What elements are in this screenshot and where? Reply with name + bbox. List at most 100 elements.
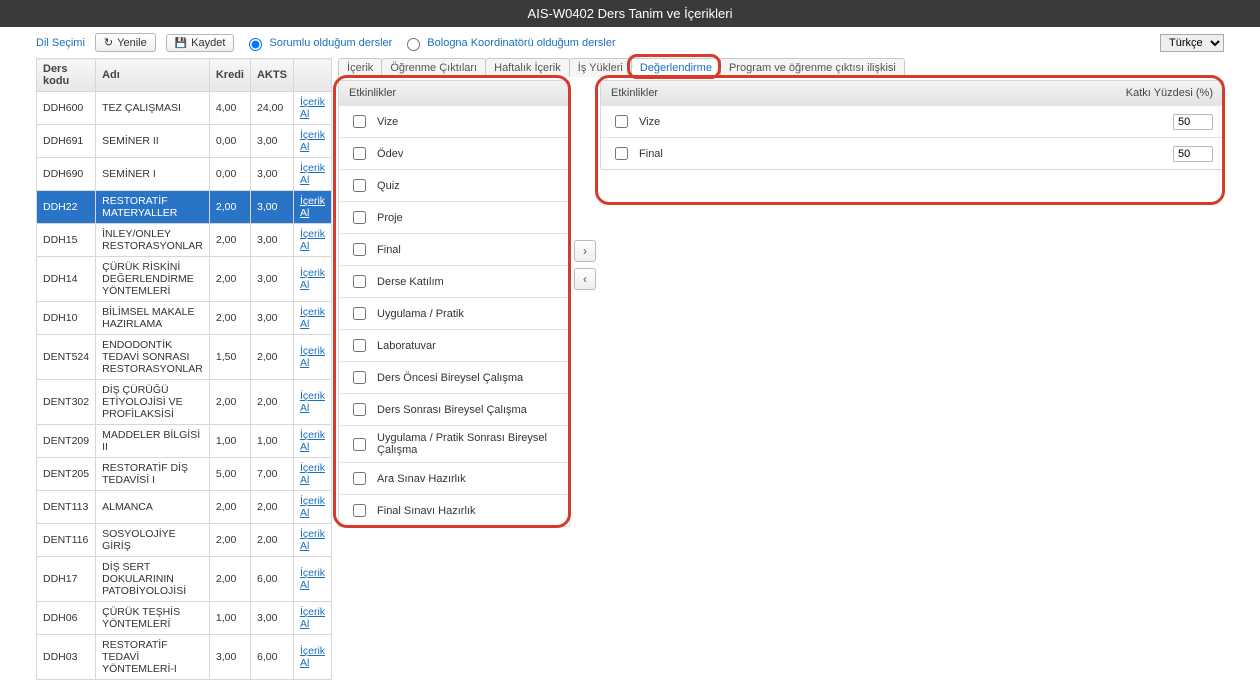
- icerik-al-link[interactable]: İçerik Al: [300, 96, 325, 120]
- radio-bologna[interactable]: Bologna Koordinatörü olduğum dersler: [402, 35, 615, 51]
- tab-4[interactable]: Değerlendirme: [631, 58, 721, 77]
- activity-label: Final: [639, 148, 663, 160]
- cell-kredi: 2,00: [209, 224, 250, 257]
- col-ders-kodu[interactable]: Ders kodu: [37, 59, 96, 92]
- icerik-al-link[interactable]: İçerik Al: [300, 606, 325, 630]
- table-row[interactable]: DDH03RESTORATİF TEDAVİ YÖNTEMLERİ-I3,006…: [37, 635, 332, 680]
- cell-kredi: 1,00: [209, 602, 250, 635]
- activity-source-row[interactable]: Laboratuvar: [339, 329, 569, 361]
- table-row[interactable]: DDH690SEMİNER I0,003,00İçerik Al: [37, 158, 332, 191]
- activity-source-row[interactable]: Ders Öncesi Bireysel Çalışma: [339, 361, 569, 393]
- cell-akts: 3,00: [250, 125, 293, 158]
- col-link: [293, 59, 331, 92]
- table-row[interactable]: DENT524ENDODONTİK TEDAVİ SONRASI RESTORA…: [37, 335, 332, 380]
- activity-source-row[interactable]: Final: [339, 233, 569, 265]
- activity-checkbox[interactable]: [615, 115, 628, 128]
- activity-checkbox[interactable]: [353, 371, 366, 384]
- activity-source-row[interactable]: Uygulama / Pratik: [339, 297, 569, 329]
- col-kredi[interactable]: Kredi: [209, 59, 250, 92]
- cell-ad: DİŞ SERT DOKULARININ PATOBİYOLOJİSİ: [96, 557, 210, 602]
- icerik-al-link[interactable]: İçerik Al: [300, 462, 325, 486]
- radio-sorumlu[interactable]: Sorumlu olduğum dersler: [244, 35, 392, 51]
- activity-checkbox[interactable]: [353, 147, 366, 160]
- cell-kod: DENT302: [37, 380, 96, 425]
- table-row[interactable]: DDH15İNLEY/ONLEY RESTORASYONLAR2,003,00İ…: [37, 224, 332, 257]
- icerik-al-link[interactable]: İçerik Al: [300, 129, 325, 153]
- col-adi[interactable]: Adı: [96, 59, 210, 92]
- icerik-al-link[interactable]: İçerik Al: [300, 195, 325, 219]
- table-row[interactable]: DDH06ÇÜRÜK TEŞHİS YÖNTEMLERİ1,003,00İçer…: [37, 602, 332, 635]
- activity-source-row[interactable]: Ders Sonrası Bireysel Çalışma: [339, 393, 569, 425]
- activity-source-row[interactable]: Derse Katılım: [339, 265, 569, 297]
- activity-checkbox[interactable]: [353, 472, 366, 485]
- table-row[interactable]: DENT205RESTORATİF DİŞ TEDAVİSİ I5,007,00…: [37, 458, 332, 491]
- activity-checkbox[interactable]: [615, 147, 628, 160]
- activity-source-row[interactable]: Ödev: [339, 137, 569, 169]
- activity-source-row[interactable]: Quiz: [339, 169, 569, 201]
- activity-source-row[interactable]: Ara Sınav Hazırlık: [339, 462, 569, 494]
- icerik-al-link[interactable]: İçerik Al: [300, 645, 325, 669]
- cell-kod: DENT113: [37, 491, 96, 524]
- move-left-button[interactable]: ‹: [574, 268, 596, 290]
- table-row[interactable]: DENT302DİŞ ÇÜRÜĞÜ ETİYOLOJİSİ VE PROFİLA…: [37, 380, 332, 425]
- tab-strip: İçerikÖğrenme ÇıktılarıHaftalık İçerikİş…: [338, 58, 1224, 77]
- cell-kredi: 2,00: [209, 524, 250, 557]
- icerik-al-link[interactable]: İçerik Al: [300, 345, 325, 369]
- tab-5[interactable]: Program ve öğrenme çıktısı ilişkisi: [720, 58, 905, 77]
- cell-akts: 6,00: [250, 557, 293, 602]
- table-row[interactable]: DDH600TEZ ÇALIŞMASI4,0024,00İçerik Al: [37, 92, 332, 125]
- icerik-al-link[interactable]: İçerik Al: [300, 228, 325, 252]
- icerik-al-link[interactable]: İçerik Al: [300, 495, 325, 519]
- cell-ad: ÇÜRÜK RİSKİNİ DEĞERLENDİRME YÖNTEMLERİ: [96, 257, 210, 302]
- table-row[interactable]: DDH22RESTORATİF MATERYALLER2,003,00İçeri…: [37, 191, 332, 224]
- kaydet-button[interactable]: Kaydet: [166, 34, 235, 52]
- activity-checkbox[interactable]: [353, 504, 366, 517]
- language-select[interactable]: Türkçe: [1160, 34, 1224, 52]
- icerik-al-link[interactable]: İçerik Al: [300, 390, 325, 414]
- right-panel-header-left: Etkinlikler: [611, 87, 658, 99]
- cell-ad: RESTORATİF TEDAVİ YÖNTEMLERİ-I: [96, 635, 210, 680]
- activity-source-row[interactable]: Final Sınavı Hazırlık: [339, 494, 569, 526]
- tab-3[interactable]: İş Yükleri: [569, 58, 632, 77]
- activity-target-row[interactable]: Final: [601, 137, 1223, 169]
- table-row[interactable]: DENT116SOSYOLOJİYE GİRİŞ2,002,00İçerik A…: [37, 524, 332, 557]
- activity-checkbox[interactable]: [353, 179, 366, 192]
- activity-source-row[interactable]: Uygulama / Pratik Sonrası Bireysel Çalış…: [339, 425, 569, 462]
- table-row[interactable]: DDH691SEMİNER II0,003,00İçerik Al: [37, 125, 332, 158]
- table-row[interactable]: DENT113ALMANCA2,002,00İçerik Al: [37, 491, 332, 524]
- cell-ad: DİŞ ÇÜRÜĞÜ ETİYOLOJİSİ VE PROFİLAKSİSİ: [96, 380, 210, 425]
- table-row[interactable]: DDH14ÇÜRÜK RİSKİNİ DEĞERLENDİRME YÖNTEML…: [37, 257, 332, 302]
- activity-checkbox[interactable]: [353, 211, 366, 224]
- table-row[interactable]: DDH10BİLİMSEL MAKALE HAZIRLAMA2,003,00İç…: [37, 302, 332, 335]
- activity-checkbox[interactable]: [353, 307, 366, 320]
- cell-akts: 2,00: [250, 380, 293, 425]
- activity-checkbox[interactable]: [353, 243, 366, 256]
- icerik-al-link[interactable]: İçerik Al: [300, 528, 325, 552]
- percent-input[interactable]: [1173, 146, 1213, 162]
- percent-input[interactable]: [1173, 114, 1213, 130]
- icerik-al-link[interactable]: İçerik Al: [300, 429, 325, 453]
- activity-source-row[interactable]: Vize: [339, 105, 569, 137]
- table-row[interactable]: DDH17DİŞ SERT DOKULARININ PATOBİYOLOJİSİ…: [37, 557, 332, 602]
- activity-checkbox[interactable]: [353, 115, 366, 128]
- activity-source-row[interactable]: Proje: [339, 201, 569, 233]
- left-panel-header: Etkinlikler: [349, 87, 396, 99]
- cell-kod: DENT116: [37, 524, 96, 557]
- icerik-al-link[interactable]: İçerik Al: [300, 306, 325, 330]
- tab-0[interactable]: İçerik: [338, 58, 382, 77]
- tab-1[interactable]: Öğrenme Çıktıları: [381, 58, 486, 77]
- col-akts[interactable]: AKTS: [250, 59, 293, 92]
- tab-2[interactable]: Haftalık İçerik: [485, 58, 570, 77]
- cell-kod: DDH03: [37, 635, 96, 680]
- icerik-al-link[interactable]: İçerik Al: [300, 567, 325, 591]
- icerik-al-link[interactable]: İçerik Al: [300, 267, 325, 291]
- icerik-al-link[interactable]: İçerik Al: [300, 162, 325, 186]
- activity-checkbox[interactable]: [353, 339, 366, 352]
- activity-checkbox[interactable]: [353, 403, 366, 416]
- table-row[interactable]: DENT209MADDELER BİLGİSİ II1,001,00İçerik…: [37, 425, 332, 458]
- activity-checkbox[interactable]: [353, 275, 366, 288]
- move-right-button[interactable]: ›: [574, 240, 596, 262]
- activity-target-row[interactable]: Vize: [601, 105, 1223, 137]
- yenile-button[interactable]: Yenile: [95, 33, 156, 52]
- activity-checkbox[interactable]: [353, 438, 366, 451]
